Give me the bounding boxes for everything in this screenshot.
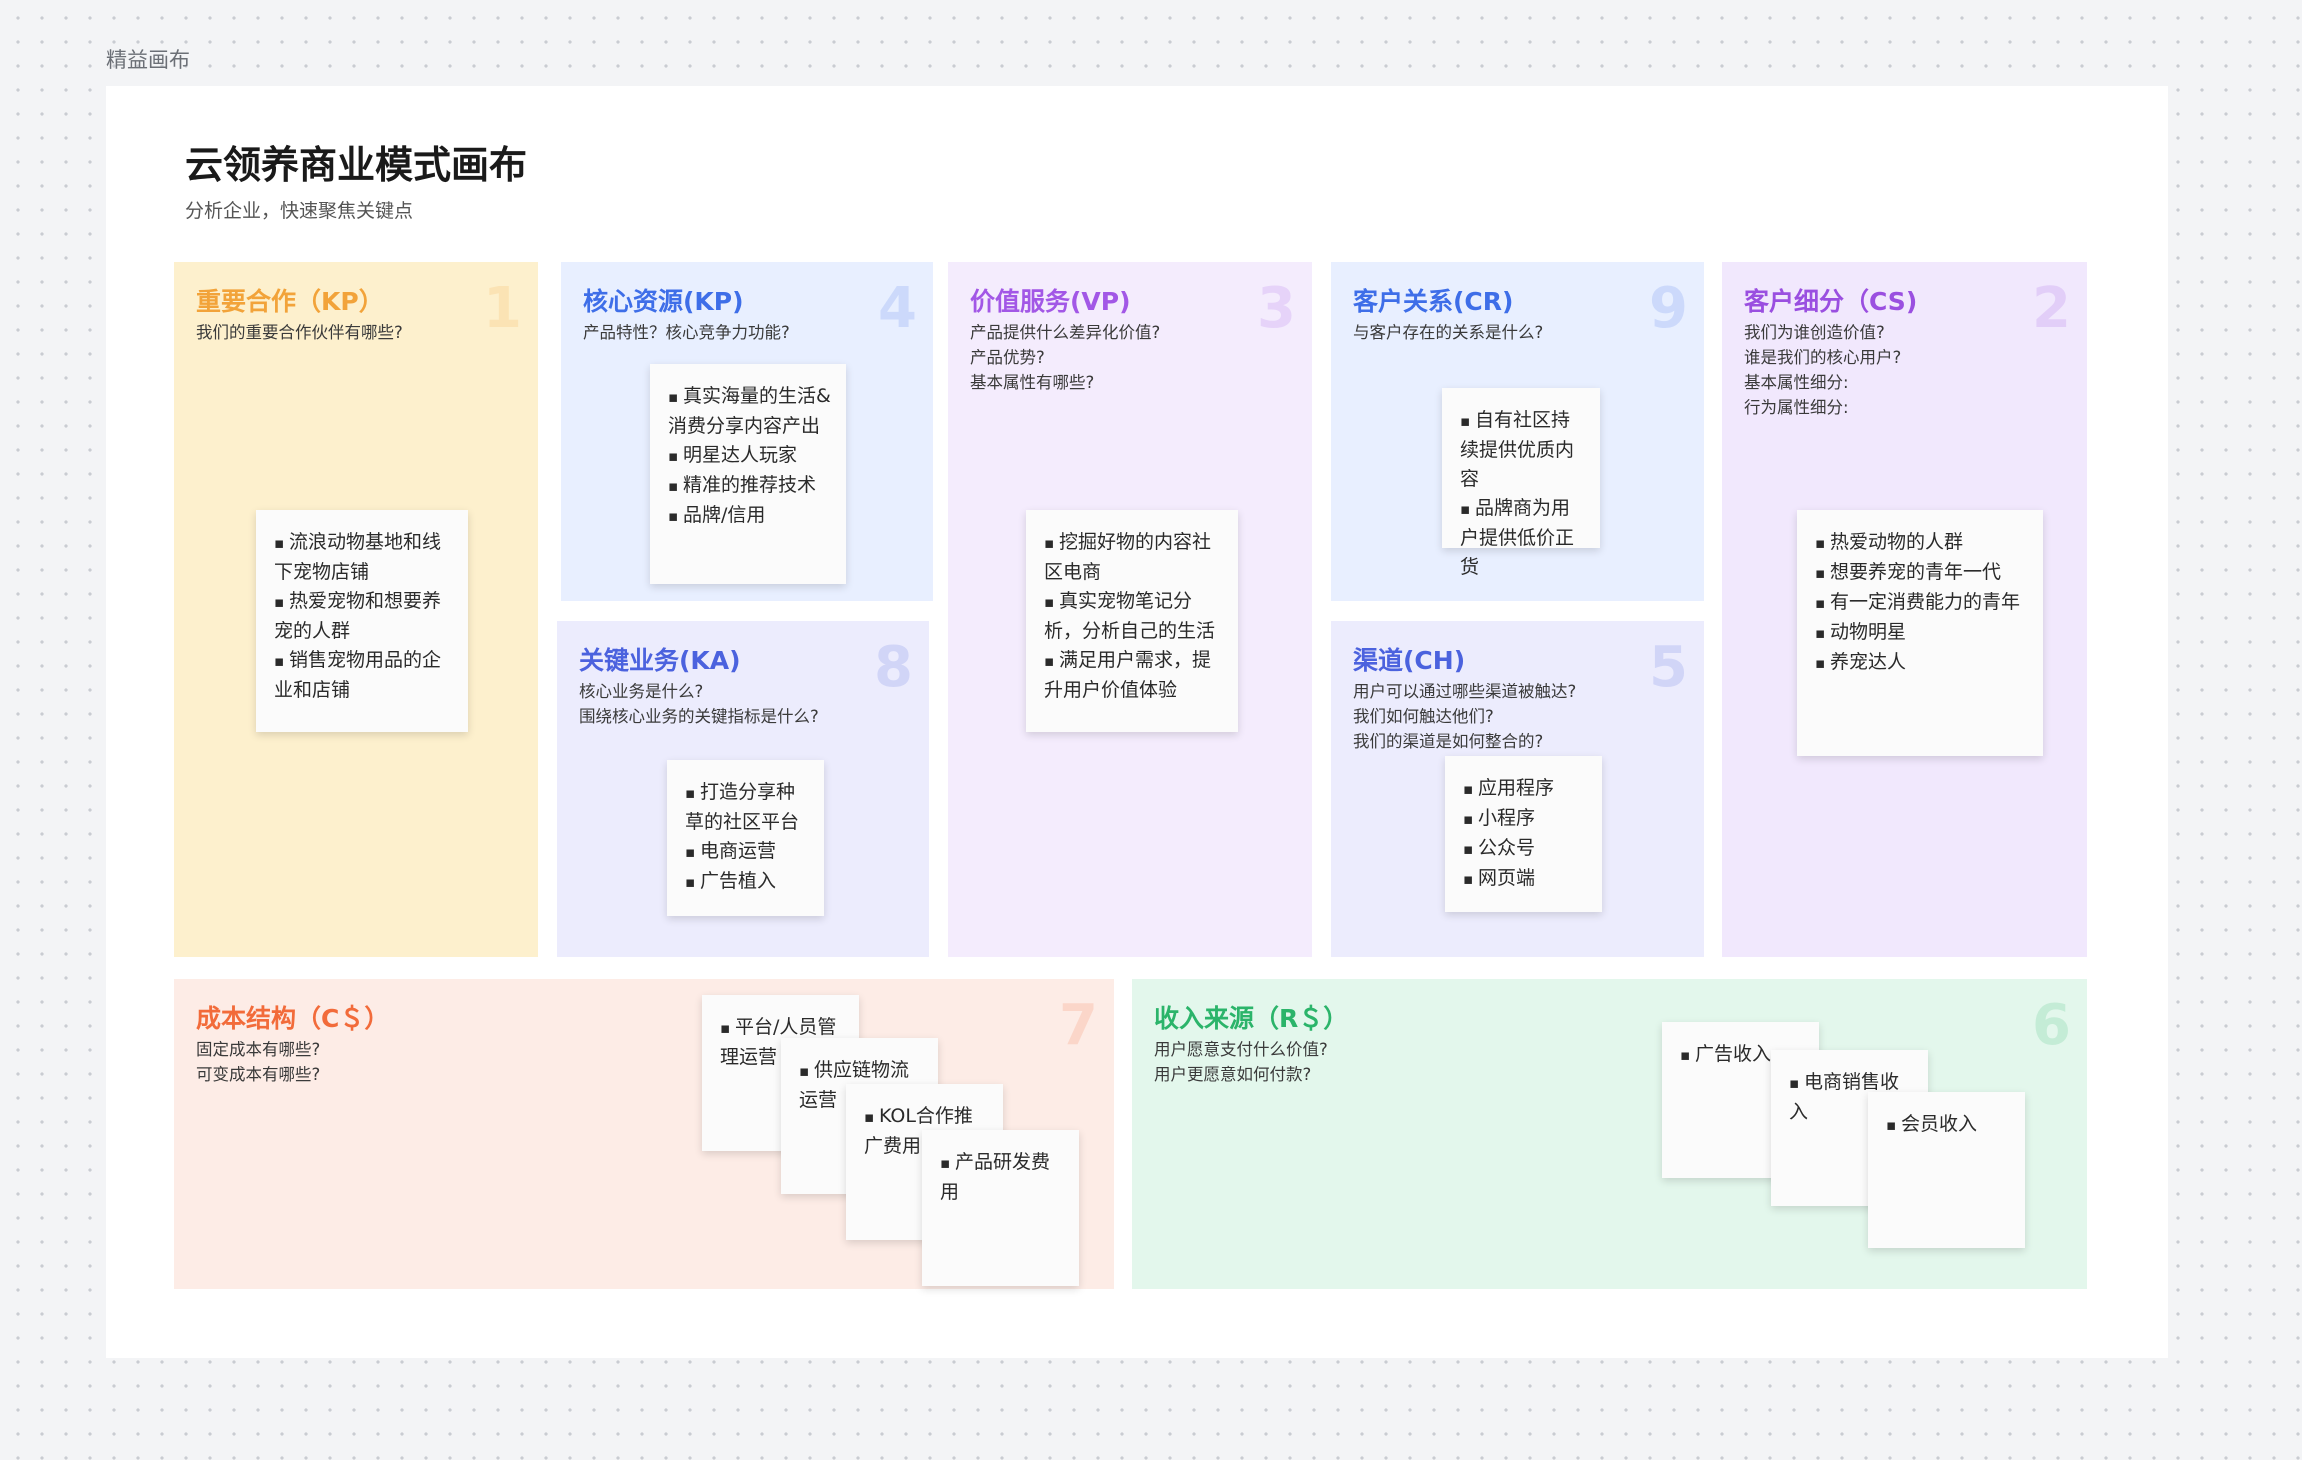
block-number: 5	[1649, 635, 1688, 700]
block-number: 7	[1059, 993, 1098, 1058]
block-description: 用户可以通过哪些渠道被触达? 我们如何触达他们? 我们的渠道是如何整合的?	[1353, 682, 1577, 751]
sticky-note[interactable]: 打造分享种草的社区平台电商运营广告植入	[667, 760, 824, 916]
note-bullet: 产品研发费用	[940, 1148, 1065, 1207]
block-title: 客户细分（CS)	[1744, 287, 1918, 316]
note-bullet: 挖掘好物的内容社区电商	[1044, 528, 1224, 587]
sticky-note[interactable]: 自有社区持续提供优质内容品牌商为用户提供低价正货	[1442, 388, 1600, 578]
note-list: 会员收入	[1886, 1110, 2011, 1140]
note-bullet: 小程序	[1463, 804, 1588, 834]
note-bullet: 广告植入	[685, 867, 810, 897]
block-title: 核心资源(KP)	[583, 287, 744, 316]
note-bullet: 真实海量的生活&消费分享内容产出	[668, 382, 832, 441]
block-number: 2	[2032, 276, 2071, 341]
block-description: 与客户存在的关系是什么?	[1353, 323, 1544, 342]
note-bullet: 动物明星	[1815, 618, 2029, 648]
frame-label: 精益画布	[106, 48, 190, 72]
note-bullet: 真实宠物笔记分析，分析自己的生活	[1044, 587, 1224, 646]
block-description: 产品提供什么差异化价值? 产品优势? 基本属性有哪些?	[970, 323, 1161, 392]
sticky-note[interactable]: 流浪动物基地和线下宠物店铺热爱宠物和想要养宠的人群销售宠物用品的企业和店铺	[256, 510, 468, 732]
note-list: 真实海量的生活&消费分享内容产出明星达人玩家精准的推荐技术品牌/信用	[668, 382, 832, 531]
note-bullet: 会员收入	[1886, 1110, 2011, 1140]
note-bullet: 精准的推荐技术	[668, 471, 832, 501]
note-bullet: 自有社区持续提供优质内容	[1460, 406, 1586, 494]
block-number: 4	[878, 276, 917, 341]
note-bullet: 热爱动物的人群	[1815, 528, 2029, 558]
block-description: 产品特性？核心竞争力功能?	[583, 323, 790, 342]
note-bullet: 公众号	[1463, 834, 1588, 864]
note-list: 热爱动物的人群想要养宠的青年一代有一定消费能力的青年动物明星养宠达人	[1815, 528, 2029, 678]
note-bullet: 打造分享种草的社区平台	[685, 778, 810, 837]
sticky-note[interactable]: 真实海量的生活&消费分享内容产出明星达人玩家精准的推荐技术品牌/信用	[650, 364, 846, 584]
block-description: 用户愿意支付什么价值? 用户更愿意如何付款?	[1154, 1040, 1328, 1084]
block-title: 关键业务(KA)	[579, 646, 741, 675]
block-title: 成本结构（C＄）	[196, 1004, 390, 1033]
sticky-note[interactable]: 产品研发费用	[922, 1130, 1079, 1286]
block-title: 收入来源（R＄）	[1154, 1004, 1349, 1033]
note-bullet: 应用程序	[1463, 774, 1588, 804]
block-title: 价值服务(VP)	[970, 287, 1131, 316]
note-bullet: 热爱宠物和想要养宠的人群	[274, 587, 454, 646]
note-list: 挖掘好物的内容社区电商真实宠物笔记分析，分析自己的生活满足用户需求，提升用户价值…	[1044, 528, 1224, 705]
note-bullet: 想要养宠的青年一代	[1815, 558, 2029, 588]
block-number: 8	[874, 635, 913, 700]
note-bullet: 流浪动物基地和线下宠物店铺	[274, 528, 454, 587]
note-bullet: 网页端	[1463, 864, 1588, 894]
block-number: 3	[1257, 276, 1296, 341]
block-number: 6	[2032, 993, 2071, 1058]
note-list: 产品研发费用	[940, 1148, 1065, 1207]
note-bullet: 品牌商为用户提供低价正货	[1460, 494, 1586, 582]
block-title: 客户关系(CR)	[1353, 287, 1514, 316]
note-list: 流浪动物基地和线下宠物店铺热爱宠物和想要养宠的人群销售宠物用品的企业和店铺	[274, 528, 454, 705]
note-bullet: 电商运营	[685, 837, 810, 867]
block-description: 固定成本有哪些? 可变成本有哪些?	[196, 1040, 321, 1084]
note-bullet: 满足用户需求，提升用户价值体验	[1044, 646, 1224, 705]
note-list: 打造分享种草的社区平台电商运营广告植入	[685, 778, 810, 897]
note-bullet: 明星达人玩家	[668, 441, 832, 471]
note-bullet: 有一定消费能力的青年	[1815, 588, 2029, 618]
canvas-subtitle[interactable]: 分析企业，快速聚焦关键点	[185, 196, 413, 223]
block-title: 重要合作（KP）	[196, 287, 384, 316]
sticky-note[interactable]: 挖掘好物的内容社区电商真实宠物笔记分析，分析自己的生活满足用户需求，提升用户价值…	[1026, 510, 1238, 732]
sticky-note[interactable]: 会员收入	[1868, 1092, 2025, 1248]
canvas-title[interactable]: 云领养商业模式画布	[185, 134, 527, 189]
block-description: 核心业务是什么? 围绕核心业务的关键指标是什么?	[579, 682, 819, 726]
block-title: 渠道(CH)	[1353, 646, 1466, 675]
note-bullet: 品牌/信用	[668, 501, 832, 531]
sticky-note[interactable]: 应用程序小程序公众号网页端	[1445, 756, 1602, 912]
note-bullet: 养宠达人	[1815, 648, 2029, 678]
block-description: 我们为谁创造价值? 谁是我们的核心用户? 基本属性细分: 行为属性细分:	[1744, 323, 1902, 417]
block-number: 9	[1649, 276, 1688, 341]
sticky-note[interactable]: 热爱动物的人群想要养宠的青年一代有一定消费能力的青年动物明星养宠达人	[1797, 510, 2043, 756]
block-number: 1	[483, 276, 522, 341]
block-description: 我们的重要合作伙伴有哪些?	[196, 323, 403, 342]
note-list: 自有社区持续提供优质内容品牌商为用户提供低价正货	[1460, 406, 1586, 582]
note-list: 应用程序小程序公众号网页端	[1463, 774, 1588, 894]
note-bullet: 销售宠物用品的企业和店铺	[274, 646, 454, 705]
